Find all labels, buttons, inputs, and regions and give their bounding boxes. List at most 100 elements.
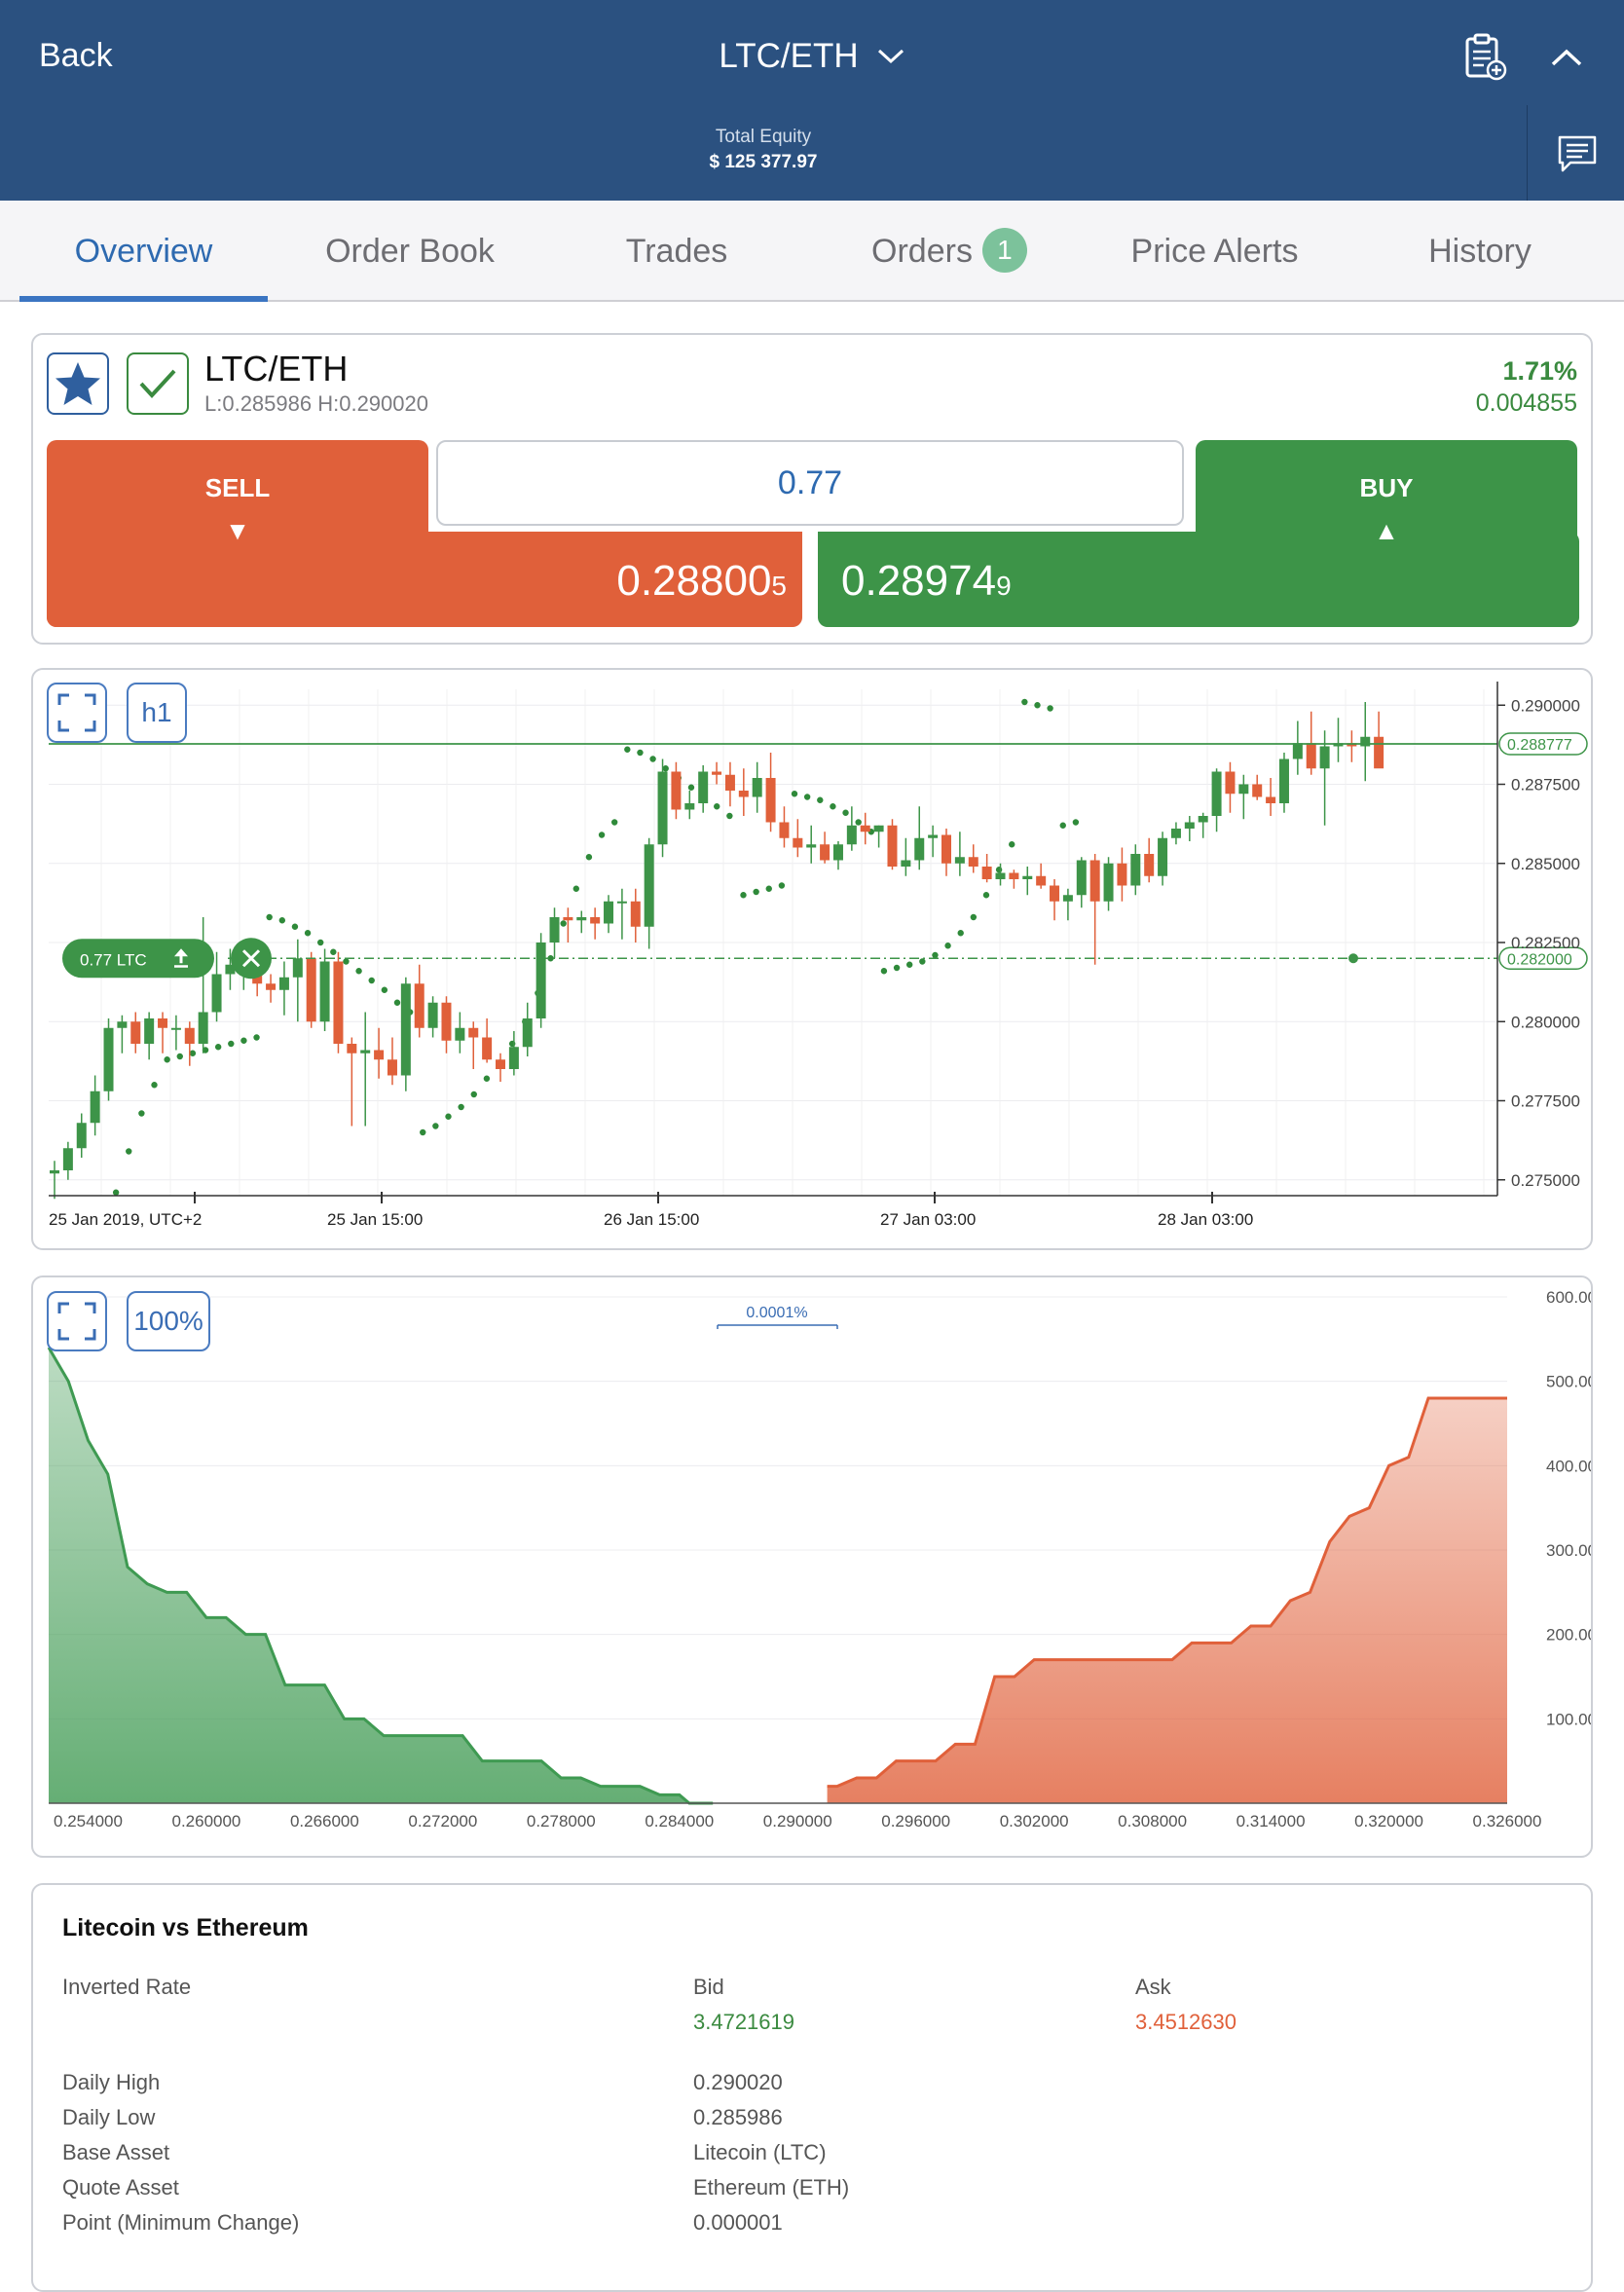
sar-dot <box>330 948 337 955</box>
favorite-button[interactable] <box>47 352 109 415</box>
y-tick-label: 0.277500 <box>1511 1092 1580 1111</box>
sar-dot <box>228 1040 235 1048</box>
sar-dot <box>687 784 695 791</box>
order-price-label: 0.282000 <box>1507 951 1572 968</box>
candle-body <box>103 1027 114 1091</box>
sar-dot <box>1034 702 1041 709</box>
back-button[interactable]: Back <box>39 37 113 75</box>
sar-dot <box>1072 819 1080 826</box>
tab-trades[interactable]: Trades <box>555 201 798 302</box>
expand-depth-chart-button[interactable] <box>47 1291 107 1351</box>
one-click-trading-toggle[interactable] <box>127 352 189 415</box>
candle-body <box>1170 829 1181 838</box>
sell-label: SELL <box>204 473 271 502</box>
candle-body <box>549 917 560 943</box>
x-tick-label: 0.266000 <box>290 1812 359 1830</box>
sar-dot <box>343 958 350 965</box>
candle-body <box>266 983 277 990</box>
x-tick-label: 0.326000 <box>1473 1812 1542 1830</box>
timeframe-button[interactable]: h1 <box>127 683 187 743</box>
candle-body <box>1103 863 1114 902</box>
x-tick-label: 0.284000 <box>645 1812 714 1830</box>
daily-low-value: 0.285986 <box>693 2105 783 2129</box>
tab-orders[interactable]: Orders 1 <box>823 201 1076 302</box>
y-tick-label: 100.00 <box>1546 1710 1591 1728</box>
candle-body <box>604 901 614 924</box>
total-equity-label: Total Equity <box>715 127 812 147</box>
sar-dot <box>778 882 786 889</box>
candle-body <box>414 983 424 1028</box>
candle-body <box>1292 743 1303 759</box>
daily-high-value: 0.290020 <box>693 2070 783 2094</box>
sar-dot <box>957 930 964 937</box>
x-tick-label: 0.314000 <box>1236 1812 1306 1830</box>
y-tick-label: 500.00 <box>1546 1373 1591 1391</box>
order-pill[interactable]: 0.77 LTC <box>62 939 214 979</box>
quantity-input[interactable] <box>436 440 1184 526</box>
candle-body <box>347 1044 357 1054</box>
candle-body <box>306 958 316 1022</box>
total-equity-value: $ 125 377.97 <box>709 152 818 172</box>
x-tick-label: 0.272000 <box>408 1812 477 1830</box>
tab-history[interactable]: History <box>1363 201 1597 302</box>
daily-high-label: Daily High <box>62 2070 161 2094</box>
sar-dot <box>765 885 772 892</box>
sar-dot <box>572 885 579 892</box>
price-chart[interactable]: 0.288777 0.282000 0.77 LTC 0.290000 0.28750… <box>33 670 1591 1248</box>
sell-price-main: 0.28800 <box>616 557 772 605</box>
sar-dot <box>982 892 990 899</box>
candle-body <box>752 778 762 797</box>
buy-button[interactable]: BUY ▲ <box>1196 440 1577 627</box>
sar-dot <box>560 920 567 927</box>
upload-base <box>174 965 188 968</box>
sar-dot <box>970 913 978 921</box>
pair-selector[interactable]: LTC/ETH <box>719 37 904 76</box>
candle-body <box>1374 736 1384 769</box>
sar-dot <box>610 819 618 826</box>
sar-dot <box>126 1148 132 1155</box>
candle-body <box>1076 860 1087 896</box>
candle-body <box>374 1050 385 1060</box>
chat-button[interactable] <box>1527 105 1624 201</box>
candle-body <box>793 837 803 848</box>
sar-dot <box>214 1044 222 1051</box>
candle-body <box>400 983 411 1076</box>
sar-dot <box>817 796 824 803</box>
upload-stem <box>179 955 183 964</box>
sell-button[interactable]: SELL ▼ <box>47 440 428 627</box>
candle-body <box>184 1027 195 1044</box>
trade-panel: LTC/ETH L:0.285986 H:0.290020 1.71% 0.00… <box>31 333 1593 645</box>
tab-overview[interactable]: Overview <box>19 201 268 302</box>
candle-body <box>1238 784 1249 795</box>
sar-dot <box>164 1056 170 1063</box>
sar-dot <box>304 930 312 937</box>
change-absolute: 0.004855 <box>1475 389 1577 417</box>
sar-dot <box>919 958 926 965</box>
triangle-up-icon: ▲ <box>1374 516 1399 545</box>
depth-chart[interactable]: 600.00 500.00 400.00 300.00 200.00 100.00 0.25… <box>33 1277 1591 1856</box>
candle-body <box>1319 746 1330 769</box>
sar-dot <box>458 1103 464 1111</box>
clipboard-add-icon[interactable] <box>1464 32 1507 81</box>
tab-price-alerts[interactable]: Price Alerts <box>1090 201 1339 302</box>
candle-body <box>319 961 330 1022</box>
sar-dot <box>880 968 888 975</box>
sar-dot <box>483 1075 491 1082</box>
checkmark-icon <box>139 369 176 398</box>
x-tick-label: 25 Jan 2019, UTC+2 <box>49 1210 202 1229</box>
candle-body <box>117 1021 128 1028</box>
chevron-up-icon[interactable] <box>1550 47 1583 68</box>
sar-dot <box>830 803 836 810</box>
x-tick-label: 0.254000 <box>54 1812 123 1830</box>
tab-order-book[interactable]: Order Book <box>288 201 532 302</box>
expand-price-chart-button[interactable] <box>47 683 107 743</box>
details-title: Litecoin vs Ethereum <box>62 1914 309 1941</box>
depth-zoom-button[interactable]: 100% <box>127 1291 210 1351</box>
candle-body <box>1360 736 1371 747</box>
candle-body <box>76 1123 87 1149</box>
candle-body <box>846 825 857 845</box>
sar-dot <box>393 999 401 1006</box>
close-order-button[interactable] <box>231 938 272 980</box>
x-tick-label: 0.308000 <box>1118 1812 1187 1830</box>
current-price-label: 0.288777 <box>1507 737 1572 754</box>
